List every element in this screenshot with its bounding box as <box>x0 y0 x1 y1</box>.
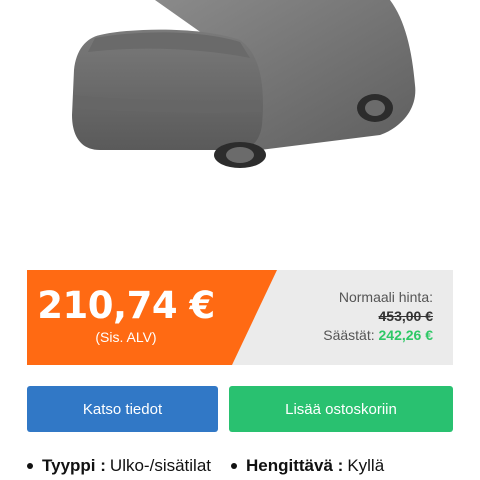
vat-note: (Sis. ALV) <box>95 329 157 345</box>
feature-value: Ulko-/sisätilat <box>109 456 212 475</box>
feature-item: Tyyppi : Ulko-/sisätilat <box>27 456 211 476</box>
savings-row: Säästät: 242,26 € <box>323 326 433 345</box>
savings-value: 242,26 € <box>378 327 434 343</box>
feature-item: Hengittävä : Kyllä <box>231 456 384 476</box>
bullet-icon <box>231 463 238 469</box>
feature-key: Tyyppi : <box>42 456 106 475</box>
price-panel: 210,74 € (Sis. ALV) Normaali hinta: 453,… <box>27 270 453 365</box>
feature-list: Tyyppi : Ulko-/sisätilat Hengittävä : Ky… <box>27 456 467 476</box>
normal-price-label: Normaali hinta: <box>338 289 433 305</box>
savings-label: Säästät: <box>323 327 375 343</box>
feature-key: Hengittävä : <box>246 456 344 475</box>
view-details-button[interactable]: Katso tiedot <box>27 386 218 432</box>
current-price: 210,74 € <box>37 284 215 327</box>
price-comparison: Normaali hinta: 453,00 € Säästät: 242,26… <box>323 288 433 345</box>
bullet-icon <box>27 463 33 469</box>
feature-value: Kyllä <box>347 456 385 475</box>
car-cover-image <box>72 0 416 168</box>
add-to-cart-button[interactable]: Lisää ostoskoriin <box>229 386 453 432</box>
product-image <box>0 0 480 250</box>
normal-price-value: 453,00 € <box>378 308 434 324</box>
